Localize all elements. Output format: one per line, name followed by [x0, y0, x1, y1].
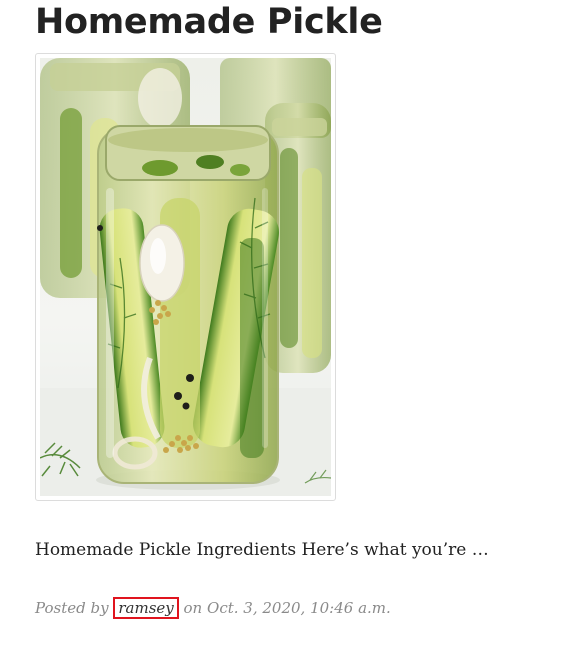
on-label: on	[183, 599, 203, 617]
post-date: Oct. 3, 2020, 10:46 a.m.	[207, 599, 391, 617]
post-title[interactable]: Homemade Pickle	[35, 0, 383, 44]
posted-by-label: Posted by	[35, 599, 109, 617]
post-meta: Posted by ramsey on Oct. 3, 2020, 10:46 …	[35, 594, 391, 622]
author-link[interactable]: ramsey	[113, 597, 179, 619]
pickle-jar-image	[40, 58, 331, 496]
post-excerpt: Homemade Pickle Ingredients Here’s what …	[35, 540, 489, 560]
post-thumbnail[interactable]	[35, 53, 336, 501]
